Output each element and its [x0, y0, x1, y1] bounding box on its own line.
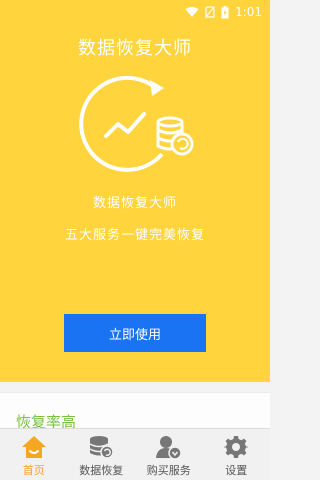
nav-label-settings: 设置: [225, 464, 248, 477]
hero-subheading: 五大服务一键完美恢复: [64, 228, 205, 243]
wifi-icon: [185, 6, 199, 18]
nav-item-purchase[interactable]: 购买服务: [135, 429, 203, 480]
status-bar: 1:01: [0, 0, 270, 24]
nav-label-data-recovery: 数据恢复: [79, 464, 124, 477]
nav-label-purchase: 购买服务: [146, 464, 191, 477]
battery-charging-icon: [221, 5, 229, 19]
user-service-icon: [155, 434, 183, 460]
nav-item-settings[interactable]: 设置: [203, 429, 271, 480]
circular-arrow-icon: [79, 75, 164, 172]
home-icon: [20, 434, 48, 460]
nav-item-data-recovery[interactable]: 数据恢复: [68, 429, 136, 480]
status-time: 1:01: [235, 5, 262, 19]
app-title: 数据恢复大师: [78, 38, 192, 59]
hero-heading: 数据恢复大师: [92, 196, 177, 211]
app-screen: 1:01 数据恢复大师 数据恢复大师 五大服务一键完美恢复 立即使用 恢复率高 …: [0, 0, 270, 480]
hero-section: 1:01 数据恢复大师 数据恢复大师 五大服务一键完美恢复 立即使用: [0, 0, 270, 382]
nav-label-home: 首页: [22, 464, 45, 477]
trend-line-icon: [104, 112, 146, 138]
no-sim-icon: [205, 6, 216, 18]
start-now-button[interactable]: 立即使用: [64, 314, 206, 352]
database-restore-icon: [87, 434, 115, 460]
nav-item-home[interactable]: 首页: [0, 429, 68, 480]
bottom-navigation: 首页 数据恢复 购买服务 设置: [0, 428, 270, 480]
hero-illustration: [72, 75, 202, 186]
gear-icon: [222, 434, 250, 460]
